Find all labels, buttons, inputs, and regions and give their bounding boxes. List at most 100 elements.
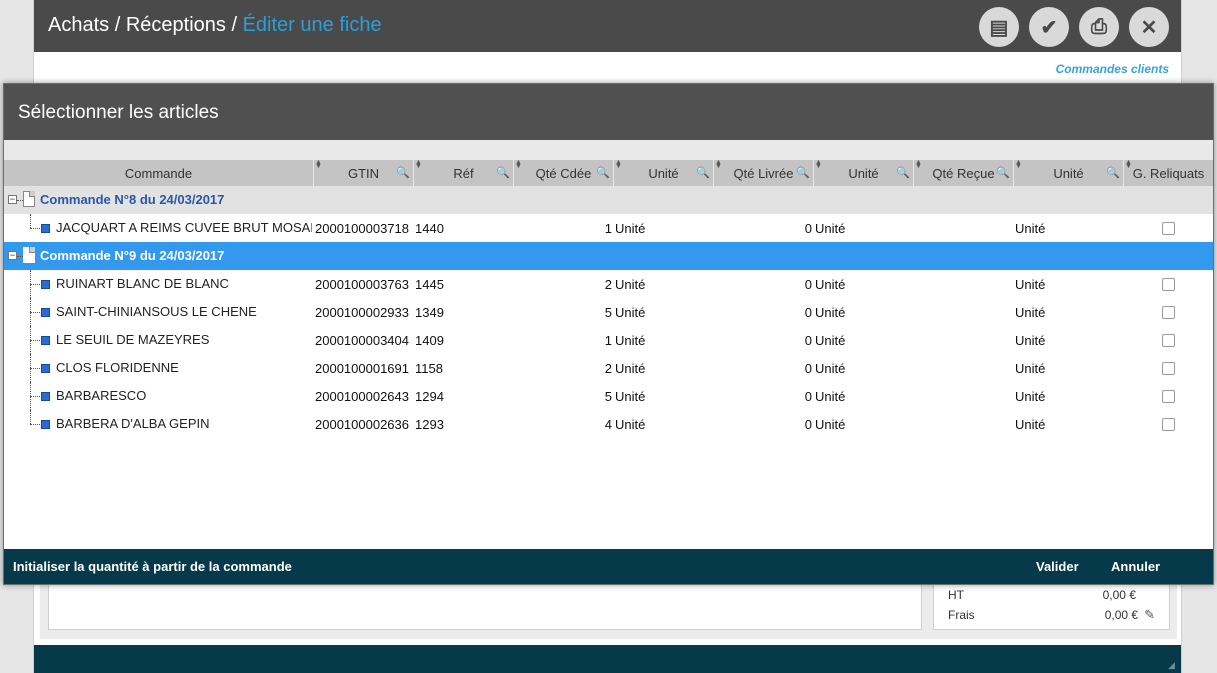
table-row[interactable]: LE SEUIL DE MAZEYRES 2000100003404 1409 … — [4, 326, 1213, 354]
cell-ref: 1409 — [415, 332, 444, 348]
article-icon — [41, 364, 50, 373]
reliquat-checkbox[interactable] — [1162, 277, 1175, 291]
sort-icon[interactable]: ▲ ▼ — [315, 159, 322, 170]
sort-icon[interactable]: ▲ ▼ — [615, 159, 622, 170]
search-icon[interactable]: 🔍 — [496, 166, 510, 179]
sort-icon[interactable]: ▲ ▼ — [415, 159, 422, 170]
annuler-button[interactable]: Annuler — [1111, 559, 1160, 574]
cell-qte-cdee: 1 — [604, 332, 612, 348]
col-unite-3[interactable]: ▲ ▼ Unité 🔍 — [1014, 159, 1124, 186]
cell-ref: 1349 — [415, 304, 444, 320]
table-row[interactable]: CLOS FLORIDENNE 2000100001691 1158 2 Uni… — [4, 354, 1213, 382]
save-icon: ▤ — [989, 16, 1009, 39]
totals-panel: HT 0,00 € Frais 0,00 € ✎ — [933, 585, 1170, 630]
search-icon[interactable]: 🔍 — [996, 166, 1010, 179]
print-icon: ⎙ — [1091, 15, 1107, 38]
search-icon[interactable]: 🔍 — [796, 166, 810, 179]
tree-connector — [30, 312, 40, 313]
commandes-clients-link[interactable]: Commandes clients — [1056, 62, 1169, 76]
col-qte-recue-label: Qté Reçue — [932, 165, 995, 181]
breadcrumb-receptions[interactable]: Réceptions — [126, 14, 226, 36]
tree-connector — [30, 368, 40, 369]
cell-gtin: 2000100003718 — [315, 220, 409, 236]
valider-button[interactable]: Valider — [1036, 559, 1079, 574]
cell-qte-cdee: 2 — [604, 276, 612, 292]
cell-unite: Unité — [1015, 304, 1046, 320]
sort-icon[interactable]: ▲ ▼ — [715, 159, 722, 170]
articles-grid: Commande ▲ ▼ GTIN 🔍 ▲ ▼ Réf 🔍 ▲ ▼ Qté Cdée 🔍 ▲ ▼ Un… — [4, 159, 1213, 438]
print-button[interactable]: ⎙ — [1079, 7, 1119, 47]
validate-button[interactable]: ✔ — [1029, 7, 1069, 47]
cell-unite: Unité — [1015, 416, 1046, 432]
modal-header: Sélectionner les articles — [4, 84, 1213, 140]
tree-line — [30, 214, 31, 228]
init-quantity-button[interactable]: Initialiser la quantité à partir de la c… — [13, 559, 292, 574]
tree-connector — [30, 228, 40, 229]
reliquat-checkbox[interactable] — [1162, 361, 1175, 375]
close-button[interactable]: ✕ — [1129, 7, 1169, 47]
notes-textarea[interactable] — [48, 585, 922, 630]
reliquat-checkbox[interactable] — [1162, 305, 1175, 319]
search-icon[interactable]: 🔍 — [596, 166, 610, 179]
cell-reliquats — [1124, 361, 1213, 375]
cell-qte-livree: 0 — [804, 416, 812, 432]
article-name: LE SEUIL DE MAZEYRES — [56, 332, 210, 347]
tree-connector — [30, 340, 40, 341]
search-icon[interactable]: 🔍 — [896, 166, 910, 179]
table-row[interactable]: JACQUART A REIMS CUVEE BRUT MOSAIQUE 200… — [4, 214, 1213, 242]
reliquat-checkbox[interactable] — [1162, 417, 1175, 431]
table-row[interactable]: SAINT-CHINIANSOUS LE CHENE 2000100002933… — [4, 298, 1213, 326]
cell-ref: 1294 — [415, 388, 444, 404]
table-row[interactable]: BARBARESCO 2000100002643 1294 5 Unité 0 … — [4, 382, 1213, 410]
cell-unite: Unité — [815, 304, 846, 320]
tree-connector — [30, 424, 40, 425]
cell-qte-livree: 0 — [804, 220, 812, 236]
table-row[interactable]: RUINART BLANC DE BLANC 2000100003763 144… — [4, 270, 1213, 298]
save-button[interactable]: ▤ — [979, 7, 1019, 47]
col-qte-cdee[interactable]: ▲ ▼ Qté Cdée 🔍 — [514, 159, 614, 186]
group-row[interactable]: − Commande N°8 du 24/03/2017 — [4, 186, 1213, 214]
article-icon — [41, 308, 50, 317]
col-unite-2-label: Unité — [848, 165, 879, 181]
cell-ref: 1158 — [415, 360, 443, 376]
col-qte-livree-label: Qté Livrée — [733, 165, 794, 181]
col-reliquats[interactable]: ▲ ▼ G. Reliquats — [1124, 159, 1213, 186]
sort-icon[interactable]: ▲ ▼ — [815, 159, 822, 170]
cell-qte-cdee: 4 — [604, 416, 612, 432]
collapse-icon[interactable]: − — [8, 195, 17, 204]
validate-icon: ✔ — [1040, 16, 1058, 39]
lower-panel: HT 0,00 € Frais 0,00 € ✎ — [40, 585, 1177, 639]
breadcrumb-achats[interactable]: Achats — [48, 14, 109, 36]
search-icon[interactable]: 🔍 — [696, 166, 710, 179]
reliquat-checkbox[interactable] — [1162, 221, 1175, 235]
table-row[interactable]: BARBERA D'ALBA GEPIN 2000100002636 1293 … — [4, 410, 1213, 438]
cell-unite: Unité — [615, 304, 646, 320]
modal-title: Sélectionner les articles — [18, 102, 219, 123]
search-icon[interactable]: 🔍 — [396, 166, 410, 179]
collapse-icon[interactable]: − — [8, 251, 17, 260]
col-unite-1[interactable]: ▲ ▼ Unité 🔍 — [614, 159, 714, 186]
col-unite-2[interactable]: ▲ ▼ Unité 🔍 — [814, 159, 914, 186]
app-header: Achats / Réceptions / Éditer une fiche ▤… — [34, 0, 1181, 52]
col-ref[interactable]: ▲ ▼ Réf 🔍 — [414, 159, 514, 186]
resize-grip-icon[interactable]: ◢ — [1168, 660, 1178, 670]
cell-unite: Unité — [815, 276, 846, 292]
sort-icon[interactable]: ▲ ▼ — [1125, 159, 1132, 170]
sort-icon[interactable]: ▲ ▼ — [1015, 159, 1022, 170]
cell-article: BARBERA D'ALBA GEPIN — [4, 410, 314, 438]
sort-icon[interactable]: ▲ ▼ — [515, 159, 522, 170]
total-ht-label: HT — [948, 588, 964, 602]
cell-qte-livree: 0 — [804, 388, 812, 404]
search-icon[interactable]: 🔍 — [1106, 166, 1120, 179]
col-commande[interactable]: Commande — [4, 160, 314, 186]
col-qte-recue[interactable]: ▲ ▼ Qté Reçue 🔍 — [914, 159, 1014, 186]
col-qte-livree[interactable]: ▲ ▼ Qté Livrée 🔍 — [714, 159, 814, 186]
cell-unite: Unité — [1015, 360, 1046, 376]
col-gtin[interactable]: ▲ ▼ GTIN 🔍 — [314, 159, 414, 186]
reliquat-checkbox[interactable] — [1162, 389, 1175, 403]
cell-qte-livree: 0 — [804, 304, 812, 320]
reliquat-checkbox[interactable] — [1162, 333, 1175, 347]
sort-icon[interactable]: ▲ ▼ — [915, 159, 922, 170]
pencil-icon[interactable]: ✎ — [1144, 607, 1155, 623]
group-row[interactable]: − Commande N°9 du 24/03/2017 — [4, 242, 1213, 270]
